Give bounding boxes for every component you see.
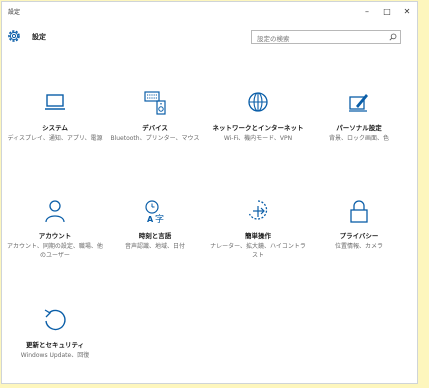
maximize-button[interactable]: □ (377, 2, 397, 20)
tile-description: 背景、ロック画面、色 (328, 135, 389, 142)
title-bar[interactable]: 設定 – □ ✕ (2, 2, 417, 20)
tile-label: アカウント (38, 232, 72, 240)
search-input[interactable]: 設定の検索 (251, 30, 401, 44)
tile-ease-of-access[interactable]: 簡単操作 ナレーター、拡大鏡、ハイコントラスト (208, 197, 308, 260)
tile-label: 時刻と言語 (138, 232, 172, 240)
tile-privacy[interactable]: プライバシー 位置情報、カメラ (309, 197, 409, 251)
refresh-icon (44, 309, 66, 331)
tile-description: アカウント、同期の設定、職場、他のユーザー (7, 243, 103, 259)
minimize-button[interactable]: – (357, 2, 377, 20)
tile-label: プライバシー (339, 232, 379, 240)
lock-icon (350, 200, 368, 223)
tile-label: パーソナル設定 (336, 124, 382, 132)
tile-label: システム (42, 124, 68, 132)
close-button[interactable]: ✕ (397, 2, 417, 20)
tile-label: ネットワークとインターネット (212, 124, 304, 132)
svg-text:字: 字 (155, 213, 164, 225)
svg-text:A: A (147, 215, 154, 224)
tile-label: 簡単操作 (245, 232, 271, 240)
tile-label: 更新とセキュリティ (25, 341, 85, 349)
time-language-icon: A 字 (145, 200, 164, 225)
tile-system[interactable]: システム ディスプレイ、通知、アプリ、電源 (5, 89, 105, 143)
person-icon (45, 200, 65, 223)
tile-description: ナレーター、拡大鏡、ハイコントラスト (210, 243, 306, 259)
search-placeholder: 設定の検索 (257, 35, 290, 43)
tile-description: ディスプレイ、通知、アプリ、電源 (7, 135, 103, 142)
tile-devices[interactable]: デバイス Bluetooth、プリンター、マウス (105, 89, 205, 143)
ease-of-access-icon (248, 200, 268, 220)
tile-update-security[interactable]: 更新とセキュリティ Windows Update、回復 (5, 306, 105, 360)
tile-description: Wi-Fi、機内モード、VPN (223, 135, 293, 142)
page-title: 設定 (32, 33, 46, 41)
tile-personalization[interactable]: パーソナル設定 背景、ロック画面、色 (309, 89, 409, 143)
settings-header: 設定 設定の検索 (2, 26, 417, 50)
tile-label: デバイス (142, 124, 168, 132)
search-icon[interactable] (389, 33, 397, 41)
tile-description: 位置情報、カメラ (334, 243, 383, 250)
tile-time-language[interactable]: A 字 時刻と言語 音声認識、地域、日付 (105, 197, 205, 251)
globe-icon (248, 92, 268, 112)
tile-description: Windows Update、回復 (20, 352, 90, 359)
keyboard-speaker-icon (144, 91, 166, 115)
window-title: 設定 (8, 9, 21, 16)
gear-icon (8, 30, 20, 42)
window-controls: – □ ✕ (357, 2, 417, 20)
tile-description: Bluetooth、プリンター、マウス (110, 135, 200, 142)
tile-accounts[interactable]: アカウント アカウント、同期の設定、職場、他のユーザー (5, 197, 105, 260)
tile-description: 音声認識、地域、日付 (124, 243, 185, 250)
paint-icon (349, 94, 368, 112)
settings-window: 設定 – □ ✕ 設定 設定の検索 システム ディスプレイ、通知、アプリ、電源 (1, 1, 418, 384)
tile-network[interactable]: ネットワークとインターネット Wi-Fi、機内モード、VPN (208, 89, 308, 143)
monitor-icon (45, 94, 65, 110)
